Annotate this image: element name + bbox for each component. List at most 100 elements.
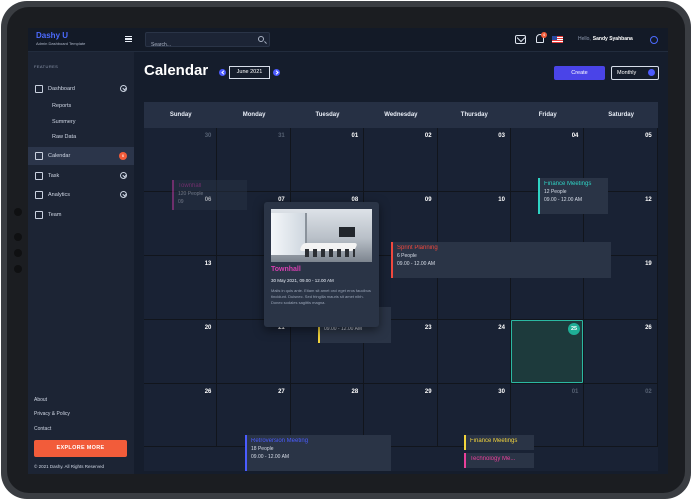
create-button[interactable]: Create xyxy=(554,66,605,80)
side-button xyxy=(14,249,22,257)
popup-title: Townhall xyxy=(271,266,301,273)
image-tv xyxy=(339,227,355,237)
event-sprint-planning[interactable]: Sprint Planning 6 People 09.00 - 12.00 A… xyxy=(391,242,611,278)
day-number: 10 xyxy=(498,197,505,203)
calendar-day-cell[interactable]: 03 xyxy=(437,128,511,192)
view-select[interactable]: Monthly xyxy=(611,66,659,80)
calendar-day-cell[interactable]: 01 xyxy=(290,128,365,192)
day-number: 13 xyxy=(204,261,212,267)
footer-link-privacy[interactable]: Privacy & Policy xyxy=(34,411,70,417)
language-flag-icon[interactable] xyxy=(552,36,563,43)
event-people: 6 People xyxy=(397,253,417,259)
event-title: Retroversion Meeting xyxy=(251,438,309,444)
weekday-label: Thursday xyxy=(460,112,488,118)
brand-subtitle: Admin Dashboard Template xyxy=(36,41,86,46)
event-detail-popup[interactable]: Townhall 30 May 2021, 09.00 - 12.00 AM M… xyxy=(264,202,379,327)
day-number: 30 xyxy=(204,133,212,139)
event-finance-meetings[interactable]: Finance Meetings xyxy=(464,435,534,450)
side-button xyxy=(14,208,22,216)
event-time: 09 xyxy=(178,199,184,205)
calendar-count-badge: 6 xyxy=(119,152,127,160)
mail-icon[interactable] xyxy=(515,35,526,44)
day-number: 01 xyxy=(351,133,359,139)
day-number: 05 xyxy=(645,133,652,139)
brand-logo[interactable]: Dashy U Admin Dashboard Template xyxy=(36,31,85,46)
prev-month-button[interactable] xyxy=(219,69,226,76)
day-number: 09 xyxy=(424,197,432,203)
sidebar-item-dashboard[interactable]: Dashboard xyxy=(28,80,134,98)
brand-name: Dashy U xyxy=(36,31,69,40)
day-number: 30 xyxy=(498,389,505,395)
day-number: 31 xyxy=(278,133,285,139)
search-box[interactable] xyxy=(145,32,270,52)
day-number: 26 xyxy=(645,325,652,331)
sidebar-item-task[interactable]: Task xyxy=(28,167,134,185)
image-chairs xyxy=(305,249,355,257)
event-people: 120 People xyxy=(178,191,204,197)
event-time: 09.00 - 12.00 AM xyxy=(544,197,583,203)
today-date: 25 xyxy=(568,323,580,335)
profile-icon[interactable] xyxy=(650,36,658,44)
next-month-button[interactable] xyxy=(273,69,280,76)
footer-link-contact[interactable]: Contact xyxy=(34,426,51,432)
sidebar-subitem-raw-data[interactable]: Raw Data xyxy=(52,134,76,140)
weekday-label: Wednesday xyxy=(384,112,418,118)
task-icon xyxy=(35,172,43,180)
footer-link-about[interactable]: About xyxy=(34,397,47,403)
event-townhall[interactable]: Townhall 120 People 09 xyxy=(172,180,247,210)
day-number: 04 xyxy=(571,133,579,139)
event-finance-meetings[interactable]: Finance Meetings 12 People 09.00 - 12.00… xyxy=(538,178,608,214)
user-greeting[interactable]: Hello, Sandy Syahbana xyxy=(578,36,633,42)
calendar-day-cell[interactable]: 26 xyxy=(144,384,218,447)
page-title: Calendar xyxy=(144,62,209,79)
day-number: 02 xyxy=(645,389,652,395)
chevron-down-icon[interactable] xyxy=(120,172,127,179)
search-input[interactable] xyxy=(146,38,246,52)
calendar-day-cell[interactable]: 21 xyxy=(217,320,291,384)
sidebar-item-team[interactable]: Team xyxy=(28,206,134,224)
side-button xyxy=(14,265,22,273)
day-number: 27 xyxy=(278,389,285,395)
notification-badge: 4 xyxy=(541,32,547,38)
sidebar-item-analytics[interactable]: Analytics xyxy=(28,186,134,204)
day-number: 03 xyxy=(498,133,505,139)
day-number: 24 xyxy=(498,325,505,331)
top-bar: Dashy U Admin Dashboard Template 4 Hello… xyxy=(28,28,668,52)
sidebar-item-label: Task xyxy=(48,173,60,179)
explore-more-button[interactable]: EXPLORE MORE xyxy=(34,440,127,457)
day-number: 01 xyxy=(571,389,579,395)
sidebar-item-label: Analytics xyxy=(48,192,71,198)
weekday-label: Friday xyxy=(538,112,557,118)
event-title: Sprint Planning xyxy=(397,245,438,251)
chevron-down-icon[interactable] xyxy=(120,191,127,198)
sidebar-item-calendar[interactable]: Calendar 6 xyxy=(28,147,134,165)
calendar-day-cell[interactable]: 26 xyxy=(584,320,658,384)
analytics-icon xyxy=(35,191,43,199)
event-title: Technology Me... xyxy=(470,456,516,462)
weekday-label: Sunday xyxy=(169,112,192,118)
event-retroversion-meeting[interactable]: Retroversion Meeting 18 People 09.00 - 1… xyxy=(245,435,391,471)
sidebar-item-label: Dashboard xyxy=(48,86,75,92)
calendar-day-cell[interactable]: 25 xyxy=(511,320,585,384)
calendar-day-cell[interactable]: 02 xyxy=(364,128,438,192)
event-technology-meeting[interactable]: Technology Me... xyxy=(464,453,534,468)
calendar-day-cell[interactable]: 02 xyxy=(584,384,658,447)
calendar-day-cell[interactable]: 13 xyxy=(144,256,218,320)
sidebar-subitem-summery[interactable]: Summery xyxy=(52,119,76,125)
event-title: Townhall xyxy=(178,183,202,189)
current-month[interactable]: June 2021 xyxy=(229,66,270,79)
search-icon[interactable] xyxy=(258,36,264,42)
sidebar-item-label: Calendar xyxy=(48,153,71,159)
day-number: 12 xyxy=(645,197,652,203)
day-number: 28 xyxy=(351,389,359,395)
calendar-day-cell[interactable]: 20 xyxy=(144,320,218,384)
chevron-up-icon[interactable] xyxy=(120,85,127,92)
weekday-label: Saturday xyxy=(608,112,634,118)
menu-toggle-icon[interactable] xyxy=(125,36,132,42)
event-time: 09.00 - 12.00 AM xyxy=(397,261,436,267)
sidebar-subitem-reports[interactable]: Reports xyxy=(52,103,71,109)
event-people: 18 People xyxy=(251,446,274,452)
calendar-icon xyxy=(35,152,43,160)
day-number: 19 xyxy=(645,261,652,267)
calendar-day-cell[interactable]: 24 xyxy=(437,320,511,384)
